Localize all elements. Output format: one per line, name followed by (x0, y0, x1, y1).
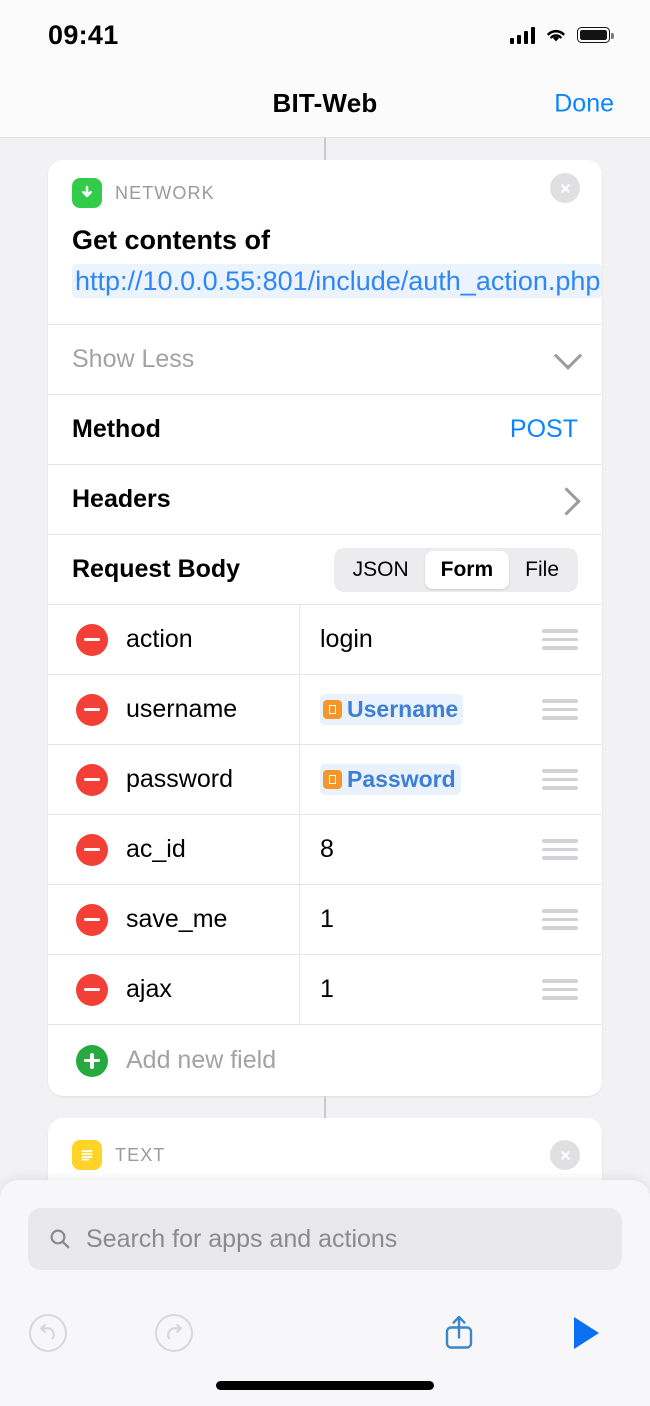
chevron-down-icon (553, 341, 583, 370)
headers-row[interactable]: Headers (48, 464, 602, 534)
add-new-field-button[interactable]: Add new field (48, 1024, 602, 1096)
field-value-text: Username (347, 696, 459, 723)
action-connector-line (324, 138, 326, 160)
search-container: Search for apps and actions (0, 1180, 650, 1270)
page-title: BIT-Web (272, 88, 378, 118)
variable-token[interactable]: Username (320, 694, 464, 726)
field-key-label[interactable]: username (126, 695, 237, 724)
segment-json[interactable]: JSON (337, 551, 425, 589)
segment-file[interactable]: File (509, 551, 575, 589)
field-key-label[interactable]: save_me (126, 905, 227, 934)
segment-form[interactable]: Form (424, 550, 510, 589)
redo-button[interactable] (152, 1311, 196, 1355)
add-new-field-label: Add new field (126, 1046, 277, 1075)
remove-field-icon[interactable] (76, 833, 108, 866)
field-value-cell[interactable]: Password (300, 745, 602, 814)
remove-field-icon[interactable] (76, 903, 108, 936)
add-field-icon[interactable] (76, 1044, 108, 1077)
drag-handle-icon[interactable] (542, 699, 578, 720)
request-body-label: Request Body (72, 555, 241, 584)
variable-token[interactable]: Password (320, 764, 461, 796)
done-button[interactable]: Done (554, 89, 614, 118)
request-body-row: Request Body JSON Form File (48, 534, 602, 604)
editor-toolbar (0, 1297, 650, 1369)
share-button[interactable] (438, 1310, 480, 1356)
field-key-cell: ajax (48, 955, 300, 1025)
field-value-text[interactable]: 1 (320, 905, 334, 934)
field-value-cell[interactable]: Username (300, 675, 602, 744)
drag-handle-icon[interactable] (542, 909, 578, 930)
field-value-text: Password (347, 766, 456, 793)
remove-field-icon[interactable] (76, 623, 108, 656)
home-indicator (216, 1381, 434, 1390)
field-key-cell: save_me (48, 885, 300, 955)
field-key-cell: ac_id (48, 815, 300, 885)
action-category-label: NETWORK (115, 182, 215, 203)
table-row[interactable]: save_me 1 (48, 884, 602, 955)
url-token[interactable]: http://10.0.0.55:801/include/auth_action… (72, 264, 602, 299)
remove-field-icon[interactable] (76, 763, 108, 796)
undo-button[interactable] (26, 1311, 70, 1355)
action-connector-line (324, 1096, 326, 1119)
action-card-network[interactable]: NETWORK Get contents of http://10.0.0.55… (48, 160, 602, 1097)
download-arrow-icon (72, 178, 102, 208)
text-lines-icon (72, 1140, 102, 1171)
status-bar: 09:41 (0, 0, 650, 70)
field-key-label[interactable]: password (126, 765, 233, 794)
field-key-label[interactable]: ajax (126, 975, 172, 1004)
field-value-cell[interactable]: 1 (300, 885, 602, 954)
field-value-text[interactable]: login (320, 625, 373, 654)
show-less-label: Show Less (72, 345, 195, 374)
action-title: Get contents of http://10.0.0.55:801/inc… (48, 216, 602, 324)
table-row[interactable]: password Password (48, 744, 602, 815)
field-key-cell: password (48, 745, 300, 815)
field-value-cell[interactable]: 8 (300, 815, 602, 884)
close-icon[interactable] (550, 1140, 580, 1171)
remove-field-icon[interactable] (76, 693, 108, 726)
drag-handle-icon[interactable] (542, 979, 578, 1000)
field-value-text[interactable]: 1 (320, 975, 334, 1004)
field-value-cell[interactable]: login (300, 605, 602, 674)
drag-handle-icon[interactable] (542, 839, 578, 860)
ask-for-input-icon (323, 700, 342, 720)
method-value[interactable]: POST (510, 415, 578, 444)
status-bar-time: 09:41 (48, 19, 119, 50)
run-button[interactable] (566, 1312, 604, 1354)
field-value-text[interactable]: 8 (320, 835, 334, 864)
action-card-header: NETWORK (48, 160, 602, 216)
shortcuts-editor-screen: 09:41 BIT-Web Done NETWORK Get contents … (0, 0, 650, 1406)
remove-field-icon[interactable] (76, 973, 108, 1006)
field-value-cell[interactable]: 1 (300, 955, 602, 1024)
table-row[interactable]: action login (48, 604, 602, 675)
bottom-sheet: Search for apps and actions (0, 1180, 650, 1406)
method-label: Method (72, 415, 161, 444)
ask-for-input-icon (323, 770, 342, 790)
action-category-label: TEXT (115, 1144, 166, 1165)
search-placeholder: Search for apps and actions (86, 1224, 398, 1253)
table-row[interactable]: ac_id 8 (48, 814, 602, 885)
field-key-label[interactable]: action (126, 625, 193, 654)
headers-label: Headers (72, 485, 171, 514)
status-bar-indicators (509, 26, 614, 44)
field-key-cell: action (48, 605, 300, 675)
request-body-segmented-control[interactable]: JSON Form File (333, 547, 578, 592)
drag-handle-icon[interactable] (542, 769, 578, 790)
field-key-cell: username (48, 675, 300, 745)
navigation-bar: BIT-Web Done (0, 70, 650, 138)
cellular-signal-icon (509, 26, 535, 44)
show-less-row[interactable]: Show Less (48, 324, 602, 394)
table-row[interactable]: username Username (48, 674, 602, 745)
table-row[interactable]: ajax 1 (48, 954, 602, 1025)
search-input[interactable]: Search for apps and actions (28, 1208, 622, 1270)
field-key-label[interactable]: ac_id (126, 835, 186, 864)
close-icon[interactable] (550, 173, 580, 203)
battery-icon (577, 27, 614, 43)
drag-handle-icon[interactable] (542, 629, 578, 650)
search-icon (50, 1229, 70, 1249)
action-title-prefix: Get contents of (72, 225, 271, 255)
method-row[interactable]: Method POST (48, 394, 602, 464)
wifi-icon (544, 26, 568, 44)
chevron-right-icon (552, 486, 581, 516)
